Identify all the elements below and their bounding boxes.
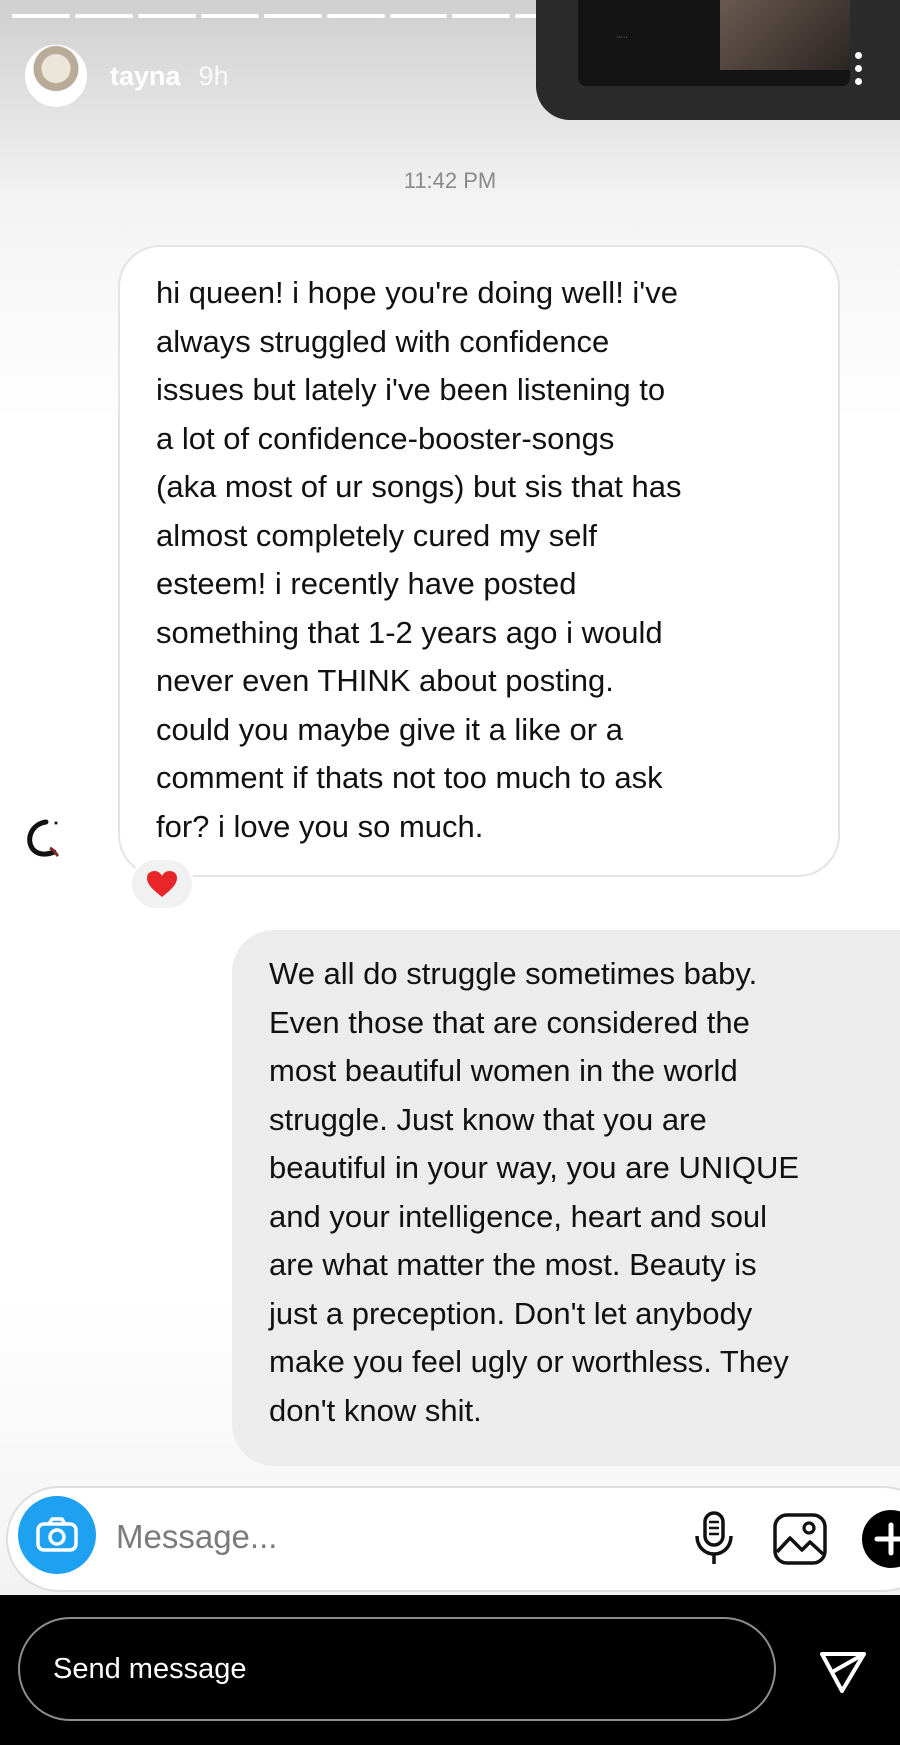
received-message-line: (aka most of ur songs) but sis that has — [156, 469, 682, 504]
story-time-ago: 9h — [198, 60, 229, 91]
received-message-line: issues but lately i've been listening to — [156, 372, 666, 407]
progress-segment — [74, 14, 133, 18]
video-thumbnail: ····· — [578, 0, 850, 86]
add-icon — [874, 1522, 900, 1556]
received-message-line: something that 1-2 years ago i would — [156, 614, 663, 650]
progress-segment — [263, 14, 322, 18]
sent-message-line: We all do struggle sometimes baby. — [269, 956, 758, 991]
send-icon[interactable] — [818, 1647, 868, 1697]
progress-segment — [12, 14, 70, 18]
video-thumbnail-image — [720, 0, 850, 70]
heart-icon — [147, 871, 177, 897]
sent-message-line: are what matter the most. Beauty is — [269, 1247, 757, 1282]
story-username[interactable]: tayna — [110, 61, 181, 92]
profile-avatar[interactable] — [24, 44, 88, 108]
camera-button[interactable] — [18, 1496, 96, 1574]
heart-reaction[interactable] — [130, 858, 194, 910]
received-message-line: esteem! i recently have posted — [156, 566, 577, 601]
received-message-line: hi queen! i hope you're doing well! i've — [156, 275, 678, 310]
received-message-line: almost completely cured my self — [156, 517, 598, 553]
video-thumbnail-overlay: ····· — [536, 0, 900, 120]
message-input[interactable]: Message... — [116, 1518, 277, 1556]
progress-segment — [200, 14, 259, 18]
received-message-line: could you maybe give it a like or a — [156, 711, 623, 747]
progress-segment — [326, 14, 385, 18]
sent-message-line: struggle. Just know that you are — [269, 1101, 707, 1137]
send-message-label: Send message — [53, 1653, 247, 1685]
sent-message-bubble: We all do struggle sometimes baby. Even t… — [232, 930, 900, 1466]
story-reply-bar: Send message — [0, 1595, 900, 1745]
gallery-icon[interactable] — [772, 1512, 828, 1566]
sent-message-line: make you feel ugly or worthless. They — [269, 1344, 789, 1379]
progress-segment — [452, 14, 511, 18]
received-message-line: comment if thats not too much to ask — [156, 760, 663, 795]
chat-timestamp: 11:42 PM — [403, 168, 497, 193]
received-message-line: for? i love you so much. — [156, 808, 484, 844]
sent-message-line: beautiful in your way, you are UNIQUE — [269, 1150, 800, 1185]
received-message-text: hi queen! i hope you're doing well! i've… — [156, 269, 804, 851]
received-message-line: a lot of confidence-booster-songs — [156, 420, 615, 456]
sent-message-text: We all do struggle sometimes baby. Even t… — [269, 950, 900, 1435]
message-composer: Message... — [6, 1486, 900, 1592]
more-options-icon[interactable] — [854, 52, 862, 85]
send-message-input[interactable]: Send message — [18, 1617, 776, 1721]
sent-message-line: don't know shit. — [269, 1392, 482, 1428]
sender-avatar-icon — [27, 819, 60, 858]
story-frame: tayna 9h ····· 11:42 PM hi queen! i hope… — [0, 0, 900, 1595]
microphone-icon[interactable] — [692, 1510, 736, 1568]
progress-segment — [137, 14, 196, 18]
progress-segment — [389, 14, 448, 18]
sent-message-line: most beautiful women in the world — [269, 1053, 738, 1088]
received-message-bubble: hi queen! i hope you're doing well! i've… — [118, 245, 840, 877]
story-header: tayna 9h — [24, 44, 229, 108]
received-message-line: never even THINK about posting. — [156, 663, 614, 698]
sent-message-line: Even those that are considered the — [269, 1004, 750, 1040]
add-button[interactable] — [862, 1510, 900, 1568]
received-message-line: always struggled with confidence — [156, 323, 610, 359]
sent-message-line: and your intelligence, heart and soul — [269, 1198, 768, 1234]
sent-message-line: just a preception. Don't let anybody — [269, 1295, 753, 1331]
camera-icon — [36, 1517, 78, 1552]
video-thumbnail-caption: ····· — [616, 34, 628, 41]
